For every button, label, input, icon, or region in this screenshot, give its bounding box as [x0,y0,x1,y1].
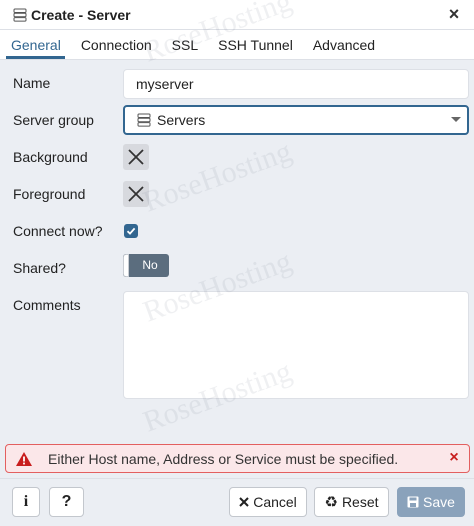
tab-ssl[interactable]: SSL [162,30,208,59]
save-button[interactable]: Save [397,487,465,517]
checkmark-icon [126,227,136,235]
error-message-bar: Either Host name, Address or Service mus… [5,444,470,473]
tab-bar: General Connection SSL SSH Tunnel Advanc… [0,30,474,60]
reset-label: Reset [341,494,379,510]
shared-label: Shared? [13,260,66,276]
shared-toggle-text: No [142,258,158,272]
cancel-label: Cancel [253,494,297,510]
chevron-down-icon[interactable] [451,117,461,122]
reset-button[interactable]: ♻ Reset [314,487,389,517]
save-label: Save [423,494,455,510]
close-dialog-button[interactable]: × [444,4,464,24]
dialog-titlebar[interactable]: Create - Server × [0,0,474,30]
cancel-button[interactable]: Cancel [229,487,307,517]
connect-now-label: Connect now? [13,223,103,239]
shared-toggle[interactable]: No [123,254,169,277]
close-icon [239,497,249,507]
tab-general[interactable]: General [0,30,71,59]
server-icon [13,8,27,22]
tab-ssh-tunnel[interactable]: SSH Tunnel [208,30,303,59]
save-icon [407,496,419,508]
error-text: Either Host name, Address or Service mus… [48,450,399,467]
server-group-select[interactable]: Servers [123,105,469,135]
no-color-icon [128,149,144,165]
dialog-footer: i ? Cancel ♻ Reset Save [0,478,474,526]
info-icon: i [23,493,29,510]
toggle-knob [123,254,129,277]
name-label: Name [13,75,51,91]
foreground-label: Foreground [13,186,86,202]
comments-label: Comments [13,297,81,313]
help-button[interactable]: ? [49,487,84,517]
info-button[interactable]: i [12,487,40,517]
tab-advanced[interactable]: Advanced [303,30,385,59]
connect-now-checkbox[interactable] [124,224,138,238]
server-group-icon [137,113,151,127]
server-group-value: Servers [157,112,206,128]
foreground-color-picker[interactable] [123,181,149,207]
dialog-title: Create - Server [31,6,131,23]
help-icon: ? [61,493,72,510]
tab-connection[interactable]: Connection [71,30,162,59]
recycle-icon: ♻ [324,494,338,511]
name-input-value: myserver [136,76,194,92]
no-color-icon [128,186,144,202]
warning-icon [15,451,33,467]
background-color-picker[interactable] [123,144,149,170]
name-input[interactable]: myserver [123,69,469,99]
comments-textarea[interactable] [123,291,469,399]
general-form: Name myserver Server group Servers Backg… [0,60,474,440]
close-error-button[interactable]: × [445,448,463,468]
create-server-dialog: Create - Server × General Connection SSL… [0,0,474,526]
background-label: Background [13,149,88,165]
server-group-label: Server group [13,112,94,128]
